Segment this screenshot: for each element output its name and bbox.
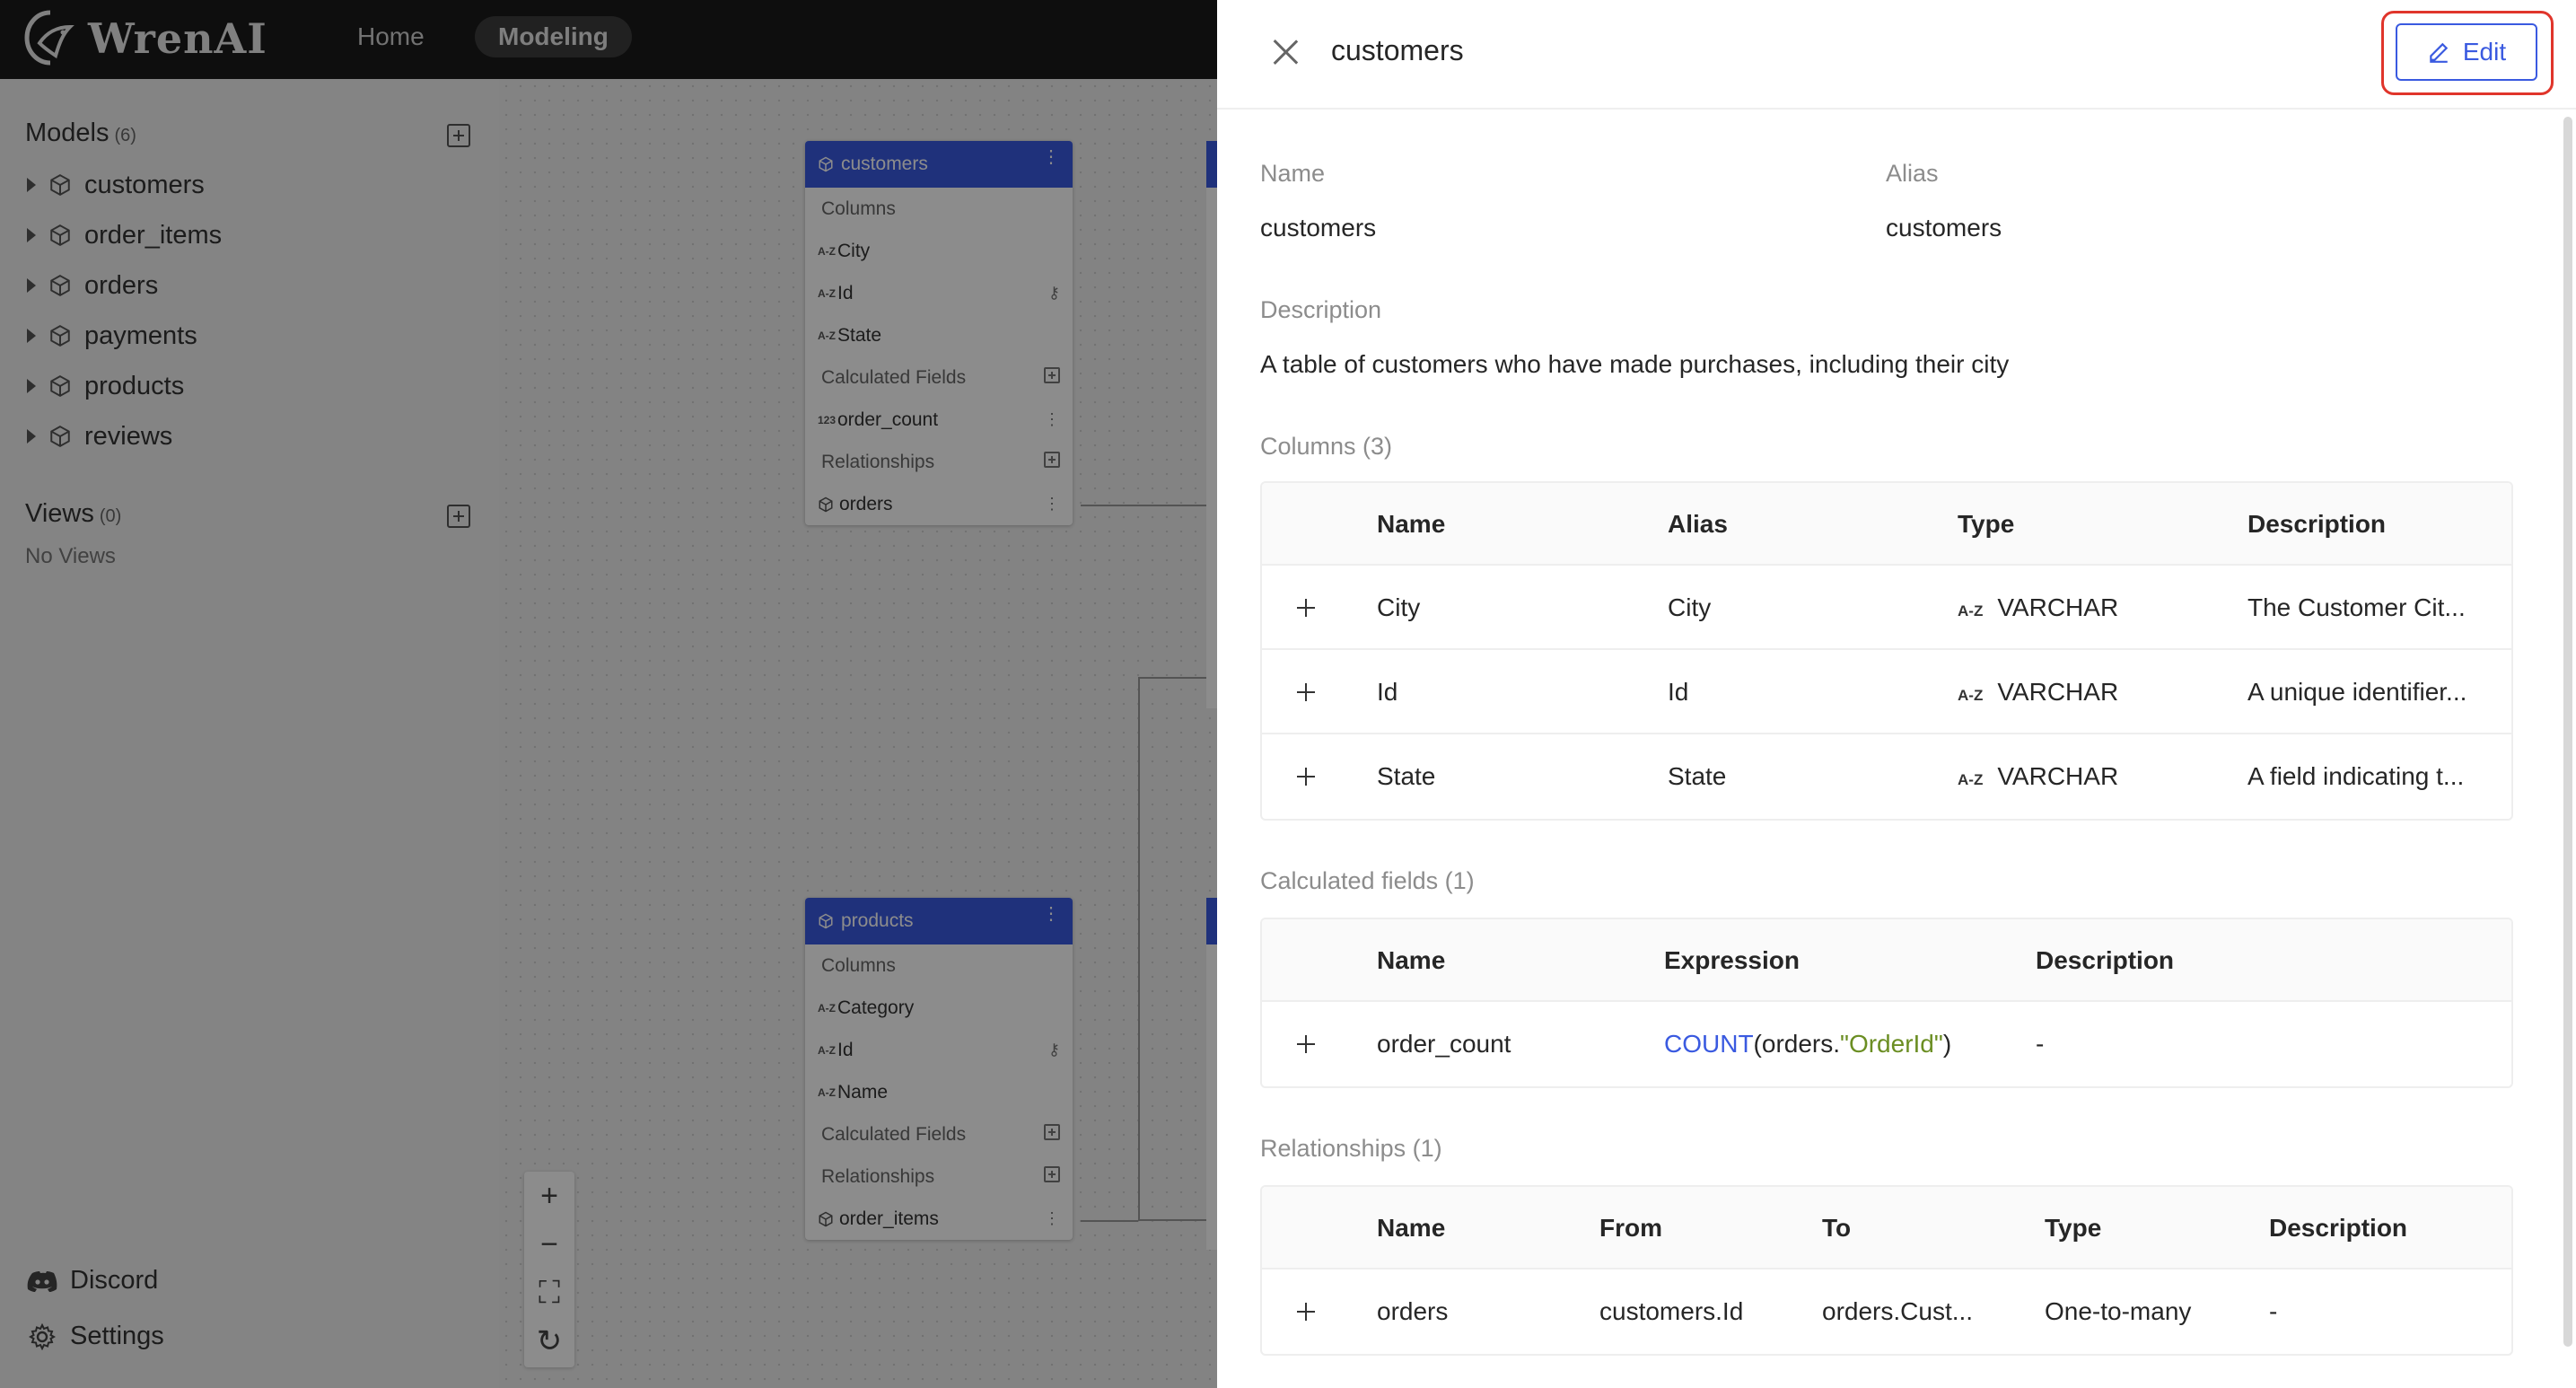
header-expression: Expression [1664,946,1800,974]
cell-type: A-Z VARCHAR [1958,566,2118,654]
table-row[interactable]: orders customers.Id orders.Cust... One-t… [1262,1269,2511,1354]
drawer-header: customers Edit [1217,0,2576,110]
expand-row-icon[interactable] [1294,765,1318,788]
name-label: Name [1260,160,1326,187]
relationships-table: Name From To Type Description orders cus… [1260,1185,2513,1356]
expr-function: COUNT [1664,1030,1754,1058]
header-type: Type [1958,510,2015,538]
cell-type: One-to-many [2045,1297,2192,1325]
header-from: From [1599,1214,1662,1242]
expand-row-icon[interactable] [1294,1300,1318,1323]
header-type: Type [2045,1214,2102,1242]
description-label: Description [1260,296,1382,323]
cell-description: - [2036,1030,2045,1058]
table-header: Name Expression Description [1262,919,2511,1002]
edit-button[interactable]: Edit [2396,23,2537,81]
cell-name: orders [1377,1297,1449,1325]
drawer-title: customers [1331,34,1464,66]
columns-section-title: Columns (3) [1260,433,1393,460]
calculated-section-title: Calculated fields (1) [1260,867,1475,894]
expand-row-icon[interactable] [1294,1032,1318,1056]
cell-type: A-Z VARCHAR [1958,650,2118,738]
relationships-section-title: Relationships (1) [1260,1135,1442,1162]
cell-type: A-Z VARCHAR [1958,734,2119,819]
expr-close: ) [1942,1030,1952,1058]
alias-value: customers [1886,214,2002,242]
header-description: Description [2036,946,2175,974]
header-name: Name [1377,946,1446,974]
alias-label: Alias [1886,160,1939,187]
cell-alias: City [1668,593,1712,621]
expr-args: (orders. [1753,1030,1841,1058]
expand-row-icon[interactable] [1294,681,1318,704]
cell-name: City [1377,593,1421,621]
header-name: Name [1377,510,1446,538]
cell-name: State [1377,762,1436,790]
cell-to: orders.Cust... [1822,1297,1974,1325]
expr-string: "OrderId" [1840,1030,1943,1058]
table-row[interactable]: order_count COUNT(orders."OrderId") - [1262,1002,2511,1086]
table-row[interactable]: State State A-Z VARCHAR A field indicatin… [1262,734,2511,819]
cell-description: - [2269,1297,2278,1325]
cell-description: A field indicating t... [2247,762,2465,790]
text-type-icon: A-Z [1958,771,1984,788]
table-header: Name From To Type Description [1262,1187,2511,1269]
cell-expression: COUNT(orders."OrderId") [1664,1002,1951,1086]
modal-mask[interactable] [0,0,1217,1388]
type-label: VARCHAR [1997,678,2119,706]
header-to: To [1822,1214,1852,1242]
text-type-icon: A-Z [1958,602,1984,619]
cell-name: order_count [1377,1030,1511,1058]
cell-alias: State [1668,762,1727,790]
table-row[interactable]: City City A-Z VARCHAR The Customer Cit... [1262,566,2511,650]
edit-label: Edit [2462,38,2507,66]
model-detail-drawer: customers Edit Name customers Alias cust… [1217,0,2576,1388]
expand-row-icon[interactable] [1294,596,1318,619]
close-icon[interactable] [1269,36,1301,68]
type-label: VARCHAR [1997,762,2119,790]
pencil-icon [2430,42,2449,63]
header-name: Name [1377,1214,1446,1242]
table-header: Name Alias Type Description [1262,483,2511,566]
type-label: VARCHAR [1997,593,2119,621]
name-value: customers [1260,214,1377,242]
description-value: A table of customers who have made purch… [1260,350,2010,378]
header-alias: Alias [1668,510,1728,538]
cell-name: Id [1377,678,1398,706]
cell-description: A unique identifier... [2247,678,2467,706]
columns-table: Name Alias Type Description City City A-… [1260,481,2513,821]
calculated-table: Name Expression Description order_count … [1260,918,2513,1088]
header-description: Description [2247,510,2387,538]
text-type-icon: A-Z [1958,687,1984,704]
header-description: Description [2269,1214,2408,1242]
scrollbar[interactable] [2563,117,2572,1347]
cell-from: customers.Id [1599,1297,1744,1325]
cell-alias: Id [1668,678,1689,706]
table-row[interactable]: Id Id A-Z VARCHAR A unique identifier... [1262,650,2511,734]
cell-description: The Customer Cit... [2247,593,2466,621]
